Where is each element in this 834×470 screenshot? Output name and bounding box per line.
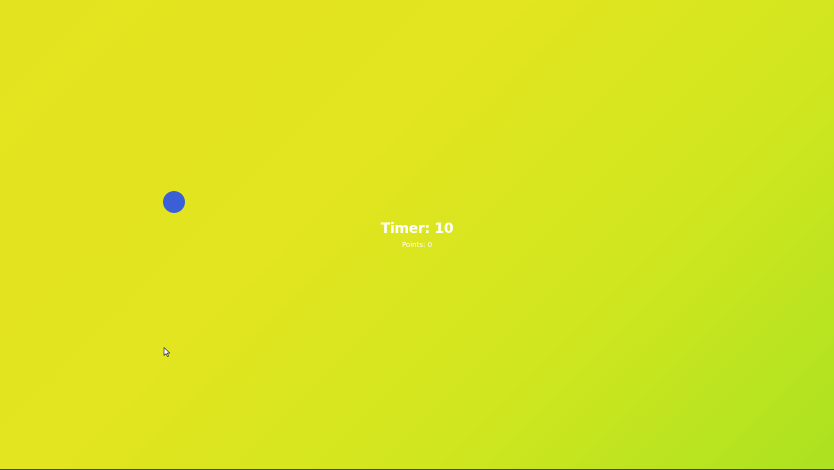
- hud: Timer: 10 Points: 0: [0, 219, 834, 251]
- target-circle[interactable]: [163, 191, 185, 213]
- game-stage[interactable]: Timer: 10 Points: 0: [0, 0, 834, 469]
- mouse-cursor-icon: [163, 347, 171, 357]
- timer-label: Timer: 10: [380, 221, 454, 237]
- score-label: Points: 0: [401, 241, 433, 249]
